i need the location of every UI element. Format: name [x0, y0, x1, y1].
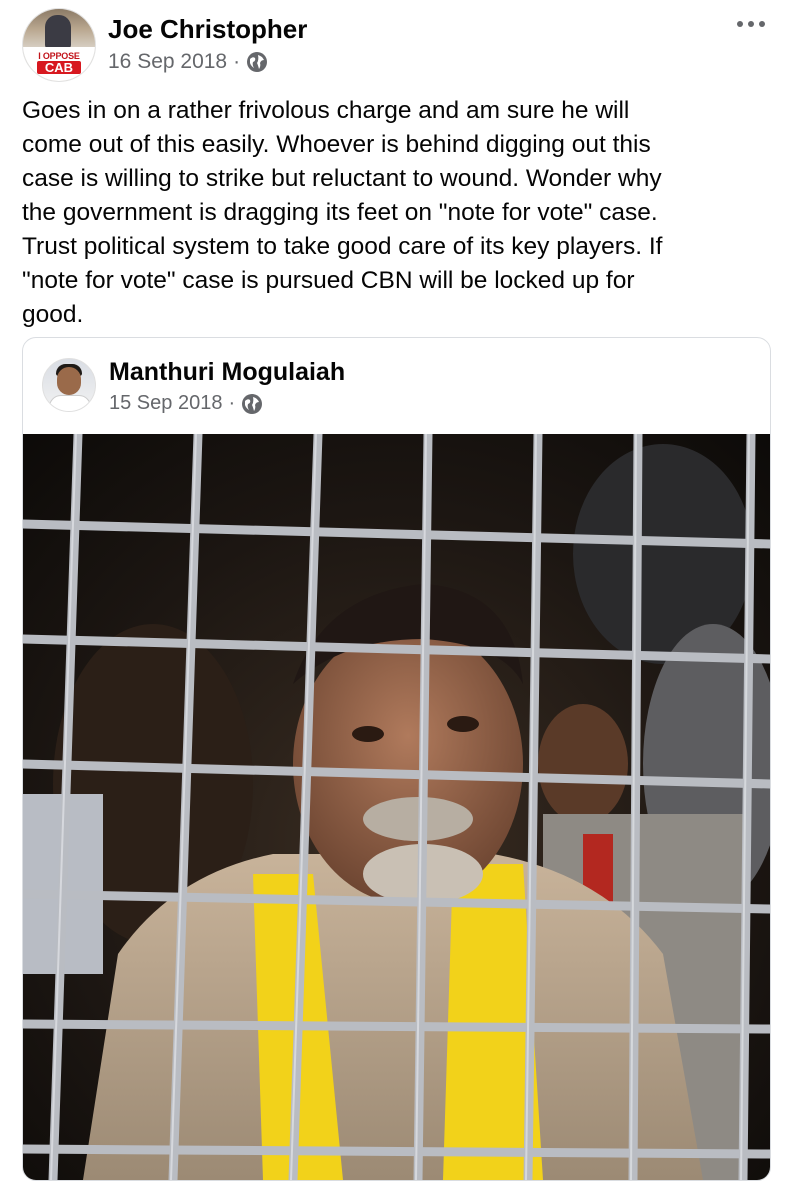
more-options-icon[interactable]	[733, 14, 769, 34]
shared-post-meta: 15 Sep 2018 ·	[109, 392, 263, 415]
shared-post-date[interactable]: 15 Sep 2018	[109, 392, 222, 415]
avatar-banner-line2: CAB	[37, 61, 81, 74]
post-date[interactable]: 16 Sep 2018	[108, 50, 227, 74]
shared-meta-separator: ·	[228, 392, 236, 414]
globe-icon	[242, 393, 263, 414]
shared-post-card[interactable]: Manthuri Mogulaiah 15 Sep 2018 ·	[22, 337, 771, 1181]
shared-author-avatar[interactable]	[42, 358, 96, 412]
shared-post-photo[interactable]	[23, 434, 770, 1180]
photo-man-behind-bars	[23, 434, 770, 1180]
globe-icon	[247, 52, 268, 72]
author-avatar[interactable]: I OPPOSE CAB	[22, 8, 96, 82]
facebook-post: I OPPOSE CAB Joe Christopher 16 Sep 2018…	[0, 0, 791, 1200]
post-meta: 16 Sep 2018 ·	[108, 50, 268, 74]
author-name[interactable]: Joe Christopher	[108, 14, 307, 45]
shared-author-name[interactable]: Manthuri Mogulaiah	[109, 358, 345, 387]
post-text: Goes in on a rather frivolous charge and…	[22, 97, 663, 328]
meta-separator: ·	[233, 50, 241, 73]
